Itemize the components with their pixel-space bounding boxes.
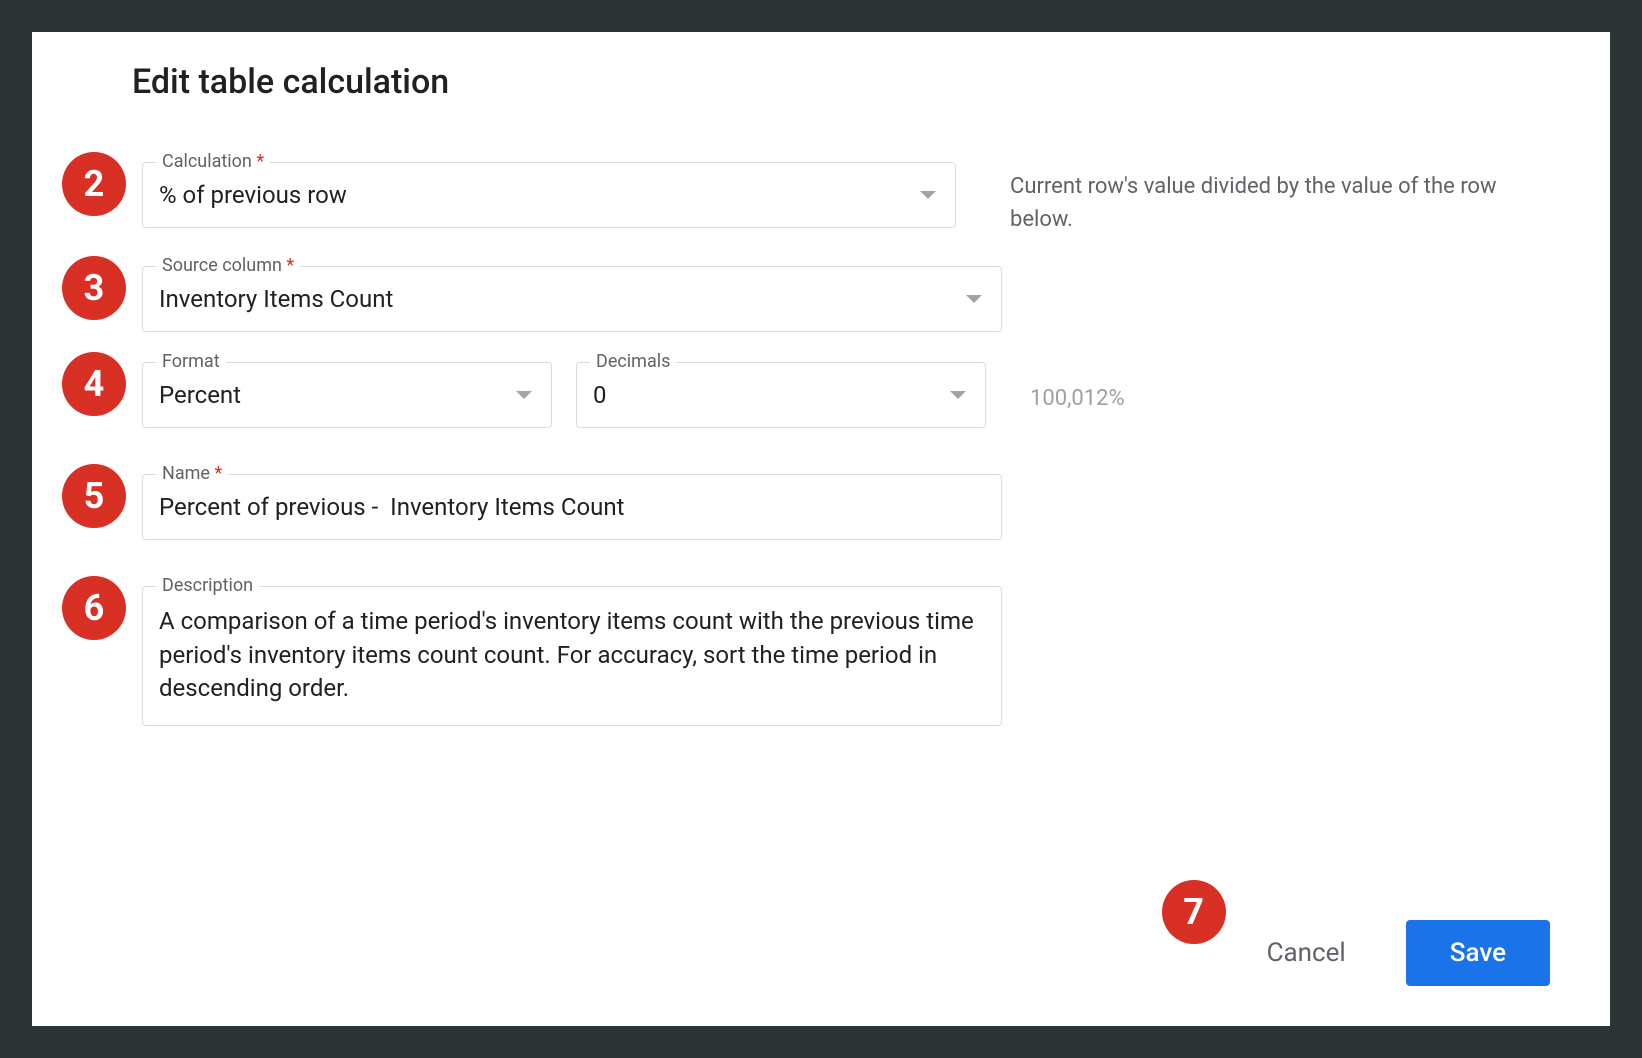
source-column-row: 3 Source column * Inventory Items Count bbox=[92, 266, 1550, 332]
calculation-helper-text: Current row's value divided by the value… bbox=[1010, 162, 1550, 236]
annotation-badge-5: 5 bbox=[62, 464, 126, 528]
description-field-wrapper: Description A comparison of a time perio… bbox=[142, 586, 1002, 730]
annotation-badge-4: 4 bbox=[62, 352, 126, 416]
description-row: 6 Description A comparison of a time per… bbox=[92, 586, 1550, 730]
format-field-wrapper: Format Percent bbox=[142, 362, 552, 428]
format-label: Format bbox=[156, 351, 226, 372]
annotation-badge-7: 7 bbox=[1162, 880, 1226, 944]
dialog-title: Edit table calculation bbox=[132, 62, 1550, 102]
decimals-label: Decimals bbox=[590, 351, 676, 372]
annotation-badge-6: 6 bbox=[62, 576, 126, 640]
cancel-button[interactable]: Cancel bbox=[1247, 926, 1366, 980]
calculation-row: 2 Calculation * % of previous row Curren… bbox=[92, 162, 1550, 236]
edit-table-calculation-dialog: Edit table calculation 2 Calculation * %… bbox=[32, 32, 1610, 1026]
decimals-field-wrapper: Decimals 0 bbox=[576, 362, 986, 428]
source-column-field-wrapper: Source column * Inventory Items Count bbox=[142, 266, 1002, 332]
description-label: Description bbox=[156, 575, 259, 596]
source-column-label: Source column * bbox=[156, 255, 300, 276]
name-input[interactable] bbox=[142, 474, 1002, 540]
format-example-text: 100,012% bbox=[1030, 380, 1125, 411]
name-label: Name * bbox=[156, 463, 228, 484]
calculation-label: Calculation * bbox=[156, 151, 270, 172]
annotation-badge-2: 2 bbox=[62, 152, 126, 216]
calculation-field-wrapper: Calculation * % of previous row bbox=[142, 162, 956, 228]
dialog-actions: 7 Cancel Save bbox=[1247, 920, 1550, 986]
name-field-wrapper: Name * bbox=[142, 474, 1002, 540]
annotation-badge-3: 3 bbox=[62, 256, 126, 320]
format-row: 4 Format Percent Decimals 0 100,012% bbox=[92, 362, 1550, 428]
name-row: 5 Name * bbox=[92, 474, 1550, 540]
description-textarea[interactable]: A comparison of a time period's inventor… bbox=[142, 586, 1002, 726]
save-button[interactable]: Save bbox=[1406, 920, 1550, 986]
